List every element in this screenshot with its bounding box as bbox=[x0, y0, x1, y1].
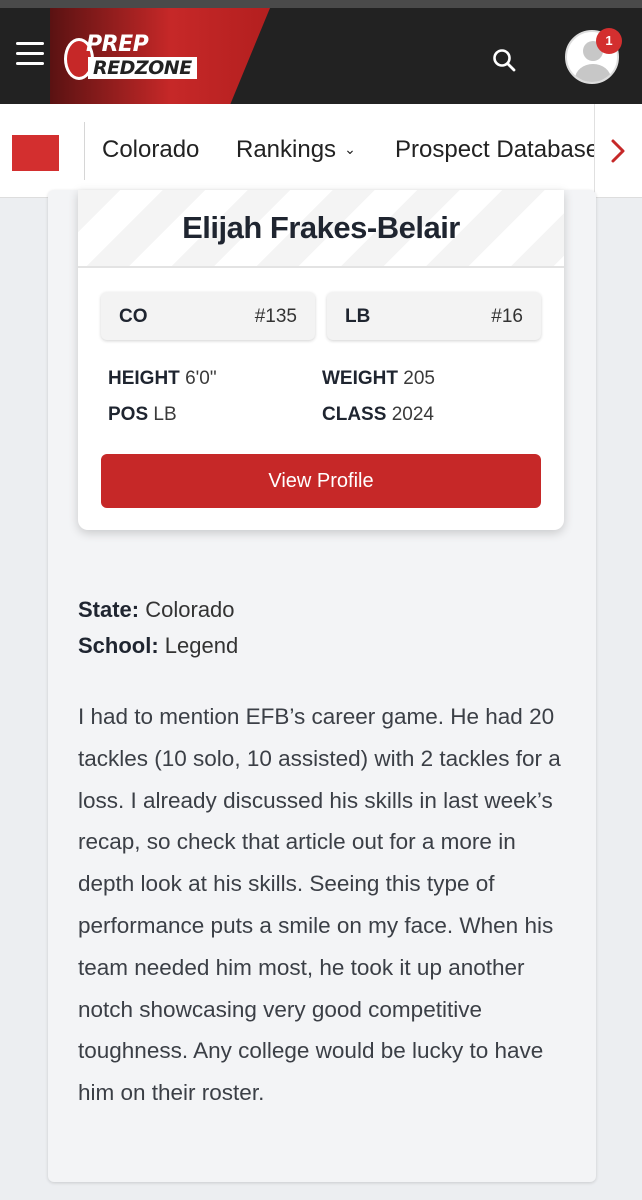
top-strip bbox=[0, 0, 642, 8]
height-stat: HEIGHT 6'0" bbox=[108, 368, 217, 389]
position-rank-label: LB bbox=[345, 306, 371, 327]
nav-item-colorado[interactable]: Colorado bbox=[102, 136, 199, 164]
sub-navigation: Colorado Rankings ⌄ Prospect Database bbox=[0, 104, 642, 198]
colorado-state-icon[interactable] bbox=[12, 135, 59, 171]
player-card-header: Elijah Frakes-Belair bbox=[78, 190, 564, 268]
weight-stat: WEIGHT 205 bbox=[322, 368, 435, 389]
chevron-right-icon bbox=[611, 139, 625, 163]
site-header: PREP REDZONE 1 bbox=[0, 8, 642, 104]
logo-prep-text: PREP bbox=[86, 32, 149, 57]
position-stat: POS LB bbox=[108, 404, 177, 425]
notification-badge[interactable]: 1 bbox=[596, 28, 622, 54]
nav-item-rankings[interactable]: Rankings ⌄ bbox=[236, 136, 356, 164]
state-rank-value: #135 bbox=[254, 306, 297, 327]
player-name[interactable]: Elijah Frakes-Belair bbox=[78, 210, 564, 246]
search-icon[interactable] bbox=[492, 48, 516, 72]
logo-redzone-text: REDZONE bbox=[88, 57, 197, 79]
state-info: State: Colorado bbox=[78, 597, 235, 622]
view-profile-button[interactable]: View Profile bbox=[101, 454, 541, 508]
menu-icon[interactable] bbox=[16, 42, 44, 66]
chevron-down-icon: ⌄ bbox=[344, 141, 356, 157]
position-rank-box: LB #16 bbox=[327, 292, 541, 340]
school-info: School: Legend bbox=[78, 633, 239, 658]
article-description: I had to mention EFB’s career game. He h… bbox=[78, 704, 561, 1106]
nav-divider bbox=[84, 122, 85, 180]
state-rank-box: CO #135 bbox=[101, 292, 315, 340]
class-stat: CLASS 2024 bbox=[322, 404, 434, 425]
player-card: Elijah Frakes-Belair CO #135 LB #16 HEIG… bbox=[78, 190, 564, 530]
position-rank-value: #16 bbox=[491, 306, 523, 327]
nav-scroll-right-button[interactable] bbox=[594, 104, 642, 197]
site-logo[interactable]: PREP REDZONE bbox=[64, 30, 214, 86]
state-rank-label: CO bbox=[119, 306, 148, 327]
nav-item-prospect-database[interactable]: Prospect Database bbox=[395, 136, 599, 164]
